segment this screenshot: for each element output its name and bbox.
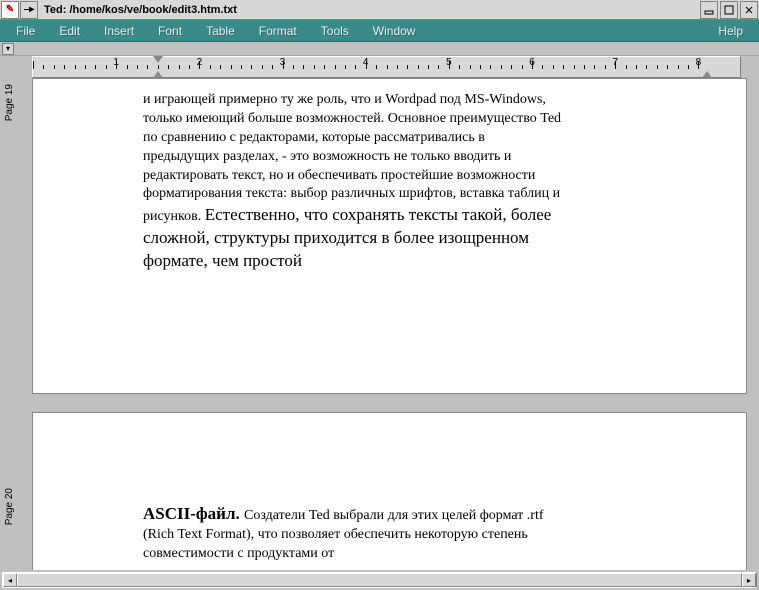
menu-table[interactable]: Table: [194, 22, 247, 40]
scroll-left-button[interactable]: ◂: [3, 573, 17, 587]
menu-format[interactable]: Format: [247, 22, 309, 40]
app-icon[interactable]: ✎: [1, 1, 19, 19]
document-viewport: Page 19 Page 20 и играющей примерно ту ж…: [2, 78, 757, 570]
ruler-number: 3: [280, 57, 286, 68]
title-bar: ✎ –▸ Ted: /home/kos/ve/book/edit3.htm.tx…: [0, 0, 759, 20]
page-label-19: Page 19: [4, 84, 15, 121]
right-indent-marker[interactable]: [702, 71, 712, 78]
document-pages[interactable]: и играющей примерно ту же роль, что и Wo…: [32, 78, 757, 570]
ruler-number: 8: [696, 57, 702, 68]
page-gutter: Page 19 Page 20: [2, 78, 32, 570]
toolbar: ▾: [0, 42, 759, 56]
ruler-number: 7: [612, 57, 618, 68]
horizontal-scrollbar[interactable]: ◂ ▸: [2, 572, 757, 588]
ruler-number: 1: [113, 57, 119, 68]
page-19-content: и играющей примерно ту же роль, что и Wo…: [143, 91, 563, 273]
menu-help[interactable]: Help: [706, 22, 755, 40]
menu-edit[interactable]: Edit: [47, 22, 92, 40]
page-19-emph: Естественно, что сохранять тексты такой,…: [143, 205, 551, 270]
window-title: Ted: /home/kos/ve/book/edit3.htm.txt: [42, 4, 699, 16]
menu-insert[interactable]: Insert: [92, 22, 146, 40]
maximize-button[interactable]: [720, 1, 738, 19]
scroll-thumb[interactable]: [17, 573, 742, 587]
first-line-indent-marker[interactable]: [153, 56, 163, 63]
menu-file[interactable]: File: [4, 22, 47, 40]
minimize-button[interactable]: [700, 1, 718, 19]
scroll-track[interactable]: [17, 573, 742, 587]
page-20-content: ASCII-файл. Создатели Ted выбрали для эт…: [143, 425, 563, 564]
ruler-number: 4: [363, 57, 369, 68]
menu-font[interactable]: Font: [146, 22, 194, 40]
page-19[interactable]: и играющей примерно ту же роль, что и Wo…: [32, 78, 747, 394]
menu-tools[interactable]: Tools: [309, 22, 361, 40]
horizontal-ruler[interactable]: 1 2 3 4 5 6 7 8: [32, 56, 741, 78]
ruler-number: 6: [529, 57, 535, 68]
window-menu-button[interactable]: –▸: [20, 1, 38, 19]
menu-bar: File Edit Insert Font Table Format Tools…: [0, 20, 759, 42]
toolbar-button[interactable]: ▾: [2, 43, 14, 55]
page-label-20: Page 20: [4, 488, 15, 525]
ruler-number: 5: [446, 57, 452, 68]
close-button[interactable]: [740, 1, 758, 19]
ruler-area: 1 2 3 4 5 6 7 8: [0, 56, 759, 80]
ruler-number: 2: [197, 57, 203, 68]
left-indent-marker[interactable]: [153, 71, 163, 78]
page-20-lead: ASCII-файл.: [143, 504, 244, 523]
scroll-right-button[interactable]: ▸: [742, 573, 756, 587]
page-20[interactable]: ASCII-файл. Создатели Ted выбрали для эт…: [32, 412, 747, 570]
menu-window[interactable]: Window: [361, 22, 428, 40]
